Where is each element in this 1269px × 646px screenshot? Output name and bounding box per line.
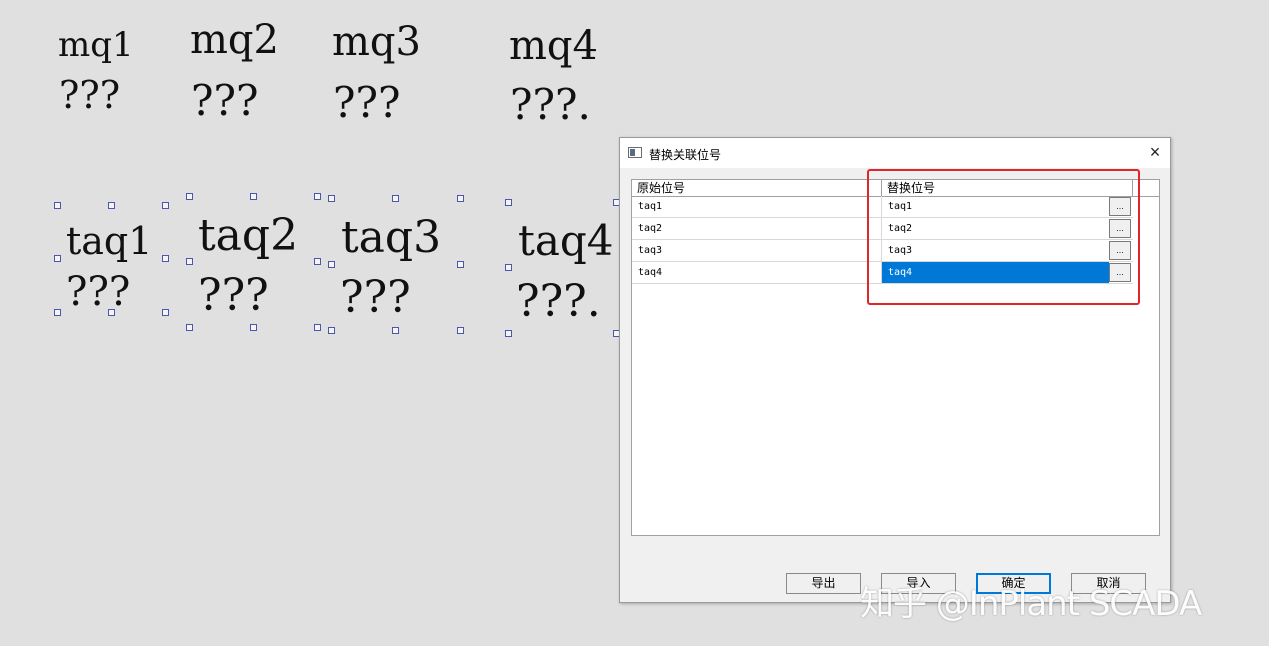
- mq1-label[interactable]: mq1: [58, 28, 134, 62]
- mq3-value[interactable]: ???: [333, 82, 401, 124]
- selection-handle[interactable]: [457, 195, 464, 202]
- selection-handle[interactable]: [54, 309, 61, 316]
- taq3-label[interactable]: taq3: [341, 216, 441, 260]
- selection-handle[interactable]: [54, 255, 61, 262]
- taq3-value[interactable]: ???: [340, 276, 411, 320]
- mq2-label[interactable]: mq2: [190, 20, 279, 60]
- selection-handle[interactable]: [162, 202, 169, 209]
- export-button[interactable]: 导出: [786, 573, 861, 594]
- selection-handle[interactable]: [328, 327, 335, 334]
- mq1-value[interactable]: ???: [59, 76, 120, 114]
- dialog-titlebar[interactable]: 替换关联位号 ×: [620, 138, 1170, 168]
- mq2-value[interactable]: ???: [191, 80, 259, 122]
- mq3-label[interactable]: mq3: [332, 22, 421, 62]
- selection-handle[interactable]: [250, 324, 257, 331]
- selection-handle[interactable]: [392, 327, 399, 334]
- selection-handle[interactable]: [186, 258, 193, 265]
- close-icon[interactable]: ×: [1140, 138, 1170, 168]
- dialog-title: 替换关联位号: [649, 148, 722, 162]
- selection-handle[interactable]: [505, 330, 512, 337]
- taq4-value[interactable]: ???.: [516, 280, 601, 324]
- original-tag-cell[interactable]: taq4: [632, 262, 882, 283]
- taq1-label[interactable]: taq1: [66, 222, 152, 260]
- taq1-value[interactable]: ???: [66, 272, 130, 312]
- selection-handle[interactable]: [314, 193, 321, 200]
- selection-handle[interactable]: [250, 193, 257, 200]
- taq4-label[interactable]: taq4: [518, 220, 614, 262]
- selection-handle[interactable]: [108, 202, 115, 209]
- watermark: 知乎 @InPlant SCADA: [860, 584, 1202, 624]
- selection-handle[interactable]: [505, 264, 512, 271]
- selection-handle[interactable]: [314, 324, 321, 331]
- selection-handle[interactable]: [392, 195, 399, 202]
- selection-handle[interactable]: [457, 261, 464, 268]
- mq4-label[interactable]: mq4: [509, 26, 598, 66]
- mq4-value[interactable]: ???.: [510, 84, 591, 126]
- selection-handle[interactable]: [186, 193, 193, 200]
- original-tag-cell[interactable]: taq2: [632, 218, 882, 239]
- selection-handle[interactable]: [162, 255, 169, 262]
- selection-handle[interactable]: [328, 195, 335, 202]
- selection-handle[interactable]: [328, 261, 335, 268]
- selection-handle[interactable]: [457, 327, 464, 334]
- selection-handle[interactable]: [505, 199, 512, 206]
- selection-handle[interactable]: [314, 258, 321, 265]
- original-tag-cell[interactable]: taq3: [632, 240, 882, 261]
- selection-handle[interactable]: [54, 202, 61, 209]
- column-header-original[interactable]: 原始位号: [632, 180, 882, 196]
- selection-handle[interactable]: [162, 309, 169, 316]
- taq2-label[interactable]: taq2: [198, 214, 298, 258]
- highlight-annotation-box: [867, 169, 1140, 305]
- selection-handle[interactable]: [186, 324, 193, 331]
- original-tag-cell[interactable]: taq1: [632, 196, 882, 217]
- window-icon: [628, 147, 642, 158]
- taq2-value[interactable]: ???: [198, 274, 269, 318]
- selection-handle[interactable]: [108, 309, 115, 316]
